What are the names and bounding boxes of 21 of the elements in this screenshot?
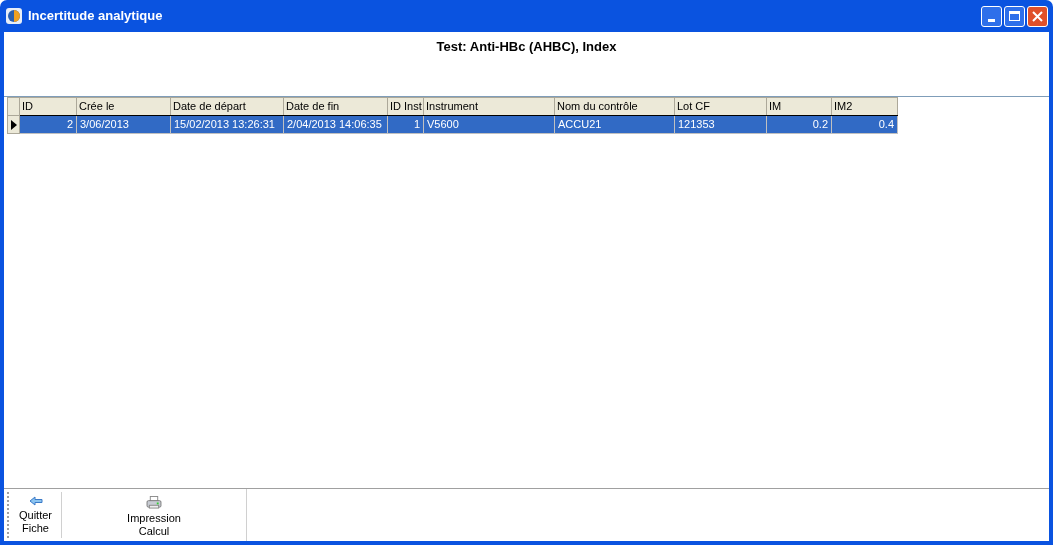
quit-button[interactable]: Quitter Fiche bbox=[10, 492, 62, 538]
column-header[interactable]: Date de départ bbox=[170, 97, 284, 116]
window-title: Incertitude analytique bbox=[28, 7, 163, 26]
column-header[interactable]: Date de fin bbox=[283, 97, 388, 116]
maximize-button[interactable] bbox=[1004, 5, 1025, 27]
close-button[interactable] bbox=[1027, 5, 1048, 27]
column-header[interactable]: IM bbox=[766, 97, 832, 116]
print-button[interactable]: Impression Calcul bbox=[62, 492, 246, 538]
column-header[interactable]: IM2 bbox=[831, 97, 898, 116]
column-header[interactable]: Crée le bbox=[76, 97, 171, 116]
column-header[interactable]: ID Inst bbox=[387, 97, 424, 116]
column-header[interactable]: Lot CF bbox=[674, 97, 767, 116]
app-icon bbox=[6, 8, 22, 24]
test-heading: Test: Anti-HBc (AHBC), Index bbox=[436, 38, 617, 53]
minimize-button[interactable] bbox=[981, 5, 1002, 27]
column-header[interactable]: Nom du contrôle bbox=[554, 97, 675, 116]
column-header[interactable]: ID bbox=[19, 97, 77, 116]
column-header[interactable]: Instrument bbox=[423, 97, 555, 116]
close-icon bbox=[1032, 10, 1043, 22]
printer-icon bbox=[146, 496, 162, 509]
left-arrow-icon bbox=[28, 496, 43, 506]
